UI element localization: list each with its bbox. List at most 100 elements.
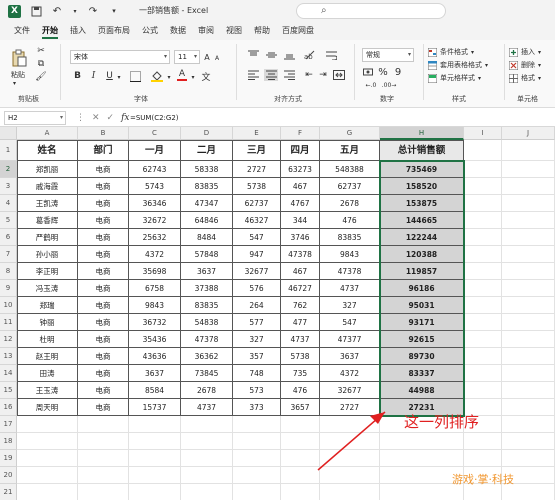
row-header-14[interactable]: 14: [0, 365, 17, 382]
table-cell[interactable]: 36346: [129, 195, 181, 212]
empty-cell[interactable]: [129, 416, 181, 433]
table-cell[interactable]: 573: [233, 382, 281, 399]
table-header-cell[interactable]: 部门: [78, 140, 129, 161]
total-sales-cell[interactable]: 95031: [380, 297, 464, 314]
select-all-corner[interactable]: [0, 127, 17, 140]
table-cell[interactable]: 467: [281, 263, 320, 280]
empty-cell[interactable]: [78, 433, 129, 450]
table-cell[interactable]: 郑瑞: [17, 297, 78, 314]
empty-cell[interactable]: [281, 416, 320, 433]
table-cell[interactable]: 748: [233, 365, 281, 382]
empty-cell[interactable]: [502, 280, 555, 297]
total-sales-cell[interactable]: 735469: [380, 161, 464, 178]
accounting-format-icon[interactable]: [362, 66, 374, 78]
empty-cell[interactable]: [502, 263, 555, 280]
table-cell[interactable]: 3637: [181, 263, 233, 280]
table-cell[interactable]: 王凯涛: [17, 195, 78, 212]
table-cell[interactable]: 4372: [129, 246, 181, 263]
table-header-cell[interactable]: 二月: [181, 140, 233, 161]
empty-cell[interactable]: [233, 450, 281, 467]
worksheet-grid[interactable]: A B C D E F G H I J 1 2 3 4 5 6 7 8 9 10 11 12 13 14 15 16 17 18 19 2…: [0, 127, 555, 500]
empty-cell[interactable]: [502, 365, 555, 382]
number-format-combo[interactable]: 常规 ▾: [362, 48, 414, 62]
table-cell[interactable]: 郑凯丽: [17, 161, 78, 178]
table-cell[interactable]: 电商: [78, 195, 129, 212]
row-header-15[interactable]: 15: [0, 382, 17, 399]
row-header-8[interactable]: 8: [0, 263, 17, 280]
table-cell[interactable]: 电商: [78, 297, 129, 314]
merge-center-icon[interactable]: [332, 69, 346, 81]
empty-cell[interactable]: [464, 382, 502, 399]
column-header-B[interactable]: B: [78, 127, 129, 140]
align-middle-icon[interactable]: [264, 49, 278, 61]
table-cell[interactable]: 47378: [181, 331, 233, 348]
empty-cell[interactable]: [233, 467, 281, 484]
empty-cell[interactable]: [181, 467, 233, 484]
table-cell[interactable]: 4767: [281, 195, 320, 212]
increase-indent-icon[interactable]: ⇥: [318, 69, 328, 81]
table-cell[interactable]: 264: [233, 297, 281, 314]
italic-button[interactable]: I: [88, 70, 99, 82]
row-header-4[interactable]: 4: [0, 195, 17, 212]
table-cell[interactable]: 电商: [78, 348, 129, 365]
empty-cell[interactable]: [17, 467, 78, 484]
table-cell[interactable]: 2727: [233, 161, 281, 178]
table-cell[interactable]: 3746: [281, 229, 320, 246]
table-cell[interactable]: 电商: [78, 246, 129, 263]
fill-color-dropdown-icon[interactable]: ▾: [166, 72, 172, 82]
insert-function-icon[interactable]: fx: [121, 113, 129, 123]
table-cell[interactable]: 李正明: [17, 263, 78, 280]
table-cell[interactable]: 63273: [281, 161, 320, 178]
tab-insert[interactable]: 插入: [64, 22, 92, 40]
table-cell[interactable]: 476: [320, 212, 380, 229]
align-right-icon[interactable]: [282, 69, 296, 81]
column-header-G[interactable]: G: [320, 127, 380, 140]
total-sales-cell[interactable]: 158520: [380, 178, 464, 195]
row-header-5[interactable]: 5: [0, 212, 17, 229]
row-header-13[interactable]: 13: [0, 348, 17, 365]
underline-dropdown-icon[interactable]: ▾: [116, 72, 122, 82]
row-header-19[interactable]: 19: [0, 450, 17, 467]
tab-formulas[interactable]: 公式: [136, 22, 164, 40]
empty-cell[interactable]: [380, 450, 464, 467]
table-cell[interactable]: 46727: [281, 280, 320, 297]
table-cell[interactable]: 6758: [129, 280, 181, 297]
table-cell[interactable]: 钟丽: [17, 314, 78, 331]
empty-cell[interactable]: [502, 195, 555, 212]
table-cell[interactable]: 32677: [233, 263, 281, 280]
empty-cell[interactable]: [320, 433, 380, 450]
row-header-20[interactable]: 20: [0, 467, 17, 484]
table-header-cell[interactable]: 四月: [281, 140, 320, 161]
name-box[interactable]: H2 ▾: [4, 111, 66, 125]
table-cell[interactable]: 47347: [181, 195, 233, 212]
table-cell[interactable]: 电商: [78, 178, 129, 195]
row-header-12[interactable]: 12: [0, 331, 17, 348]
empty-cell[interactable]: [502, 140, 555, 161]
table-cell[interactable]: 62743: [129, 161, 181, 178]
table-cell[interactable]: 3637: [320, 348, 380, 365]
empty-cell[interactable]: [181, 450, 233, 467]
table-header-cell[interactable]: 姓名: [17, 140, 78, 161]
empty-cell[interactable]: [320, 467, 380, 484]
customize-qat-icon[interactable]: ▾: [108, 5, 120, 17]
cell-styles-button[interactable]: 单元格样式 ▾: [428, 73, 481, 83]
conditional-formatting-button[interactable]: 条件格式 ▾: [428, 47, 474, 57]
empty-cell[interactable]: [17, 416, 78, 433]
tab-view[interactable]: 视图: [220, 22, 248, 40]
table-cell[interactable]: 2678: [181, 382, 233, 399]
formula-input[interactable]: =SUM(C2:G2): [130, 111, 179, 125]
table-cell[interactable]: 762: [281, 297, 320, 314]
total-sales-cell[interactable]: 44988: [380, 382, 464, 399]
grow-font-icon[interactable]: A: [202, 50, 212, 64]
font-size-combo[interactable]: 11 ▾: [174, 50, 200, 64]
row-header-9[interactable]: 9: [0, 280, 17, 297]
percent-style-button[interactable]: %: [377, 66, 389, 78]
column-header-A[interactable]: A: [17, 127, 78, 140]
empty-cell[interactable]: [502, 246, 555, 263]
empty-cell[interactable]: [502, 433, 555, 450]
empty-cell[interactable]: [464, 178, 502, 195]
row-header-7[interactable]: 7: [0, 246, 17, 263]
table-cell[interactable]: 548388: [320, 161, 380, 178]
table-cell[interactable]: 36362: [181, 348, 233, 365]
empty-cell[interactable]: [281, 450, 320, 467]
